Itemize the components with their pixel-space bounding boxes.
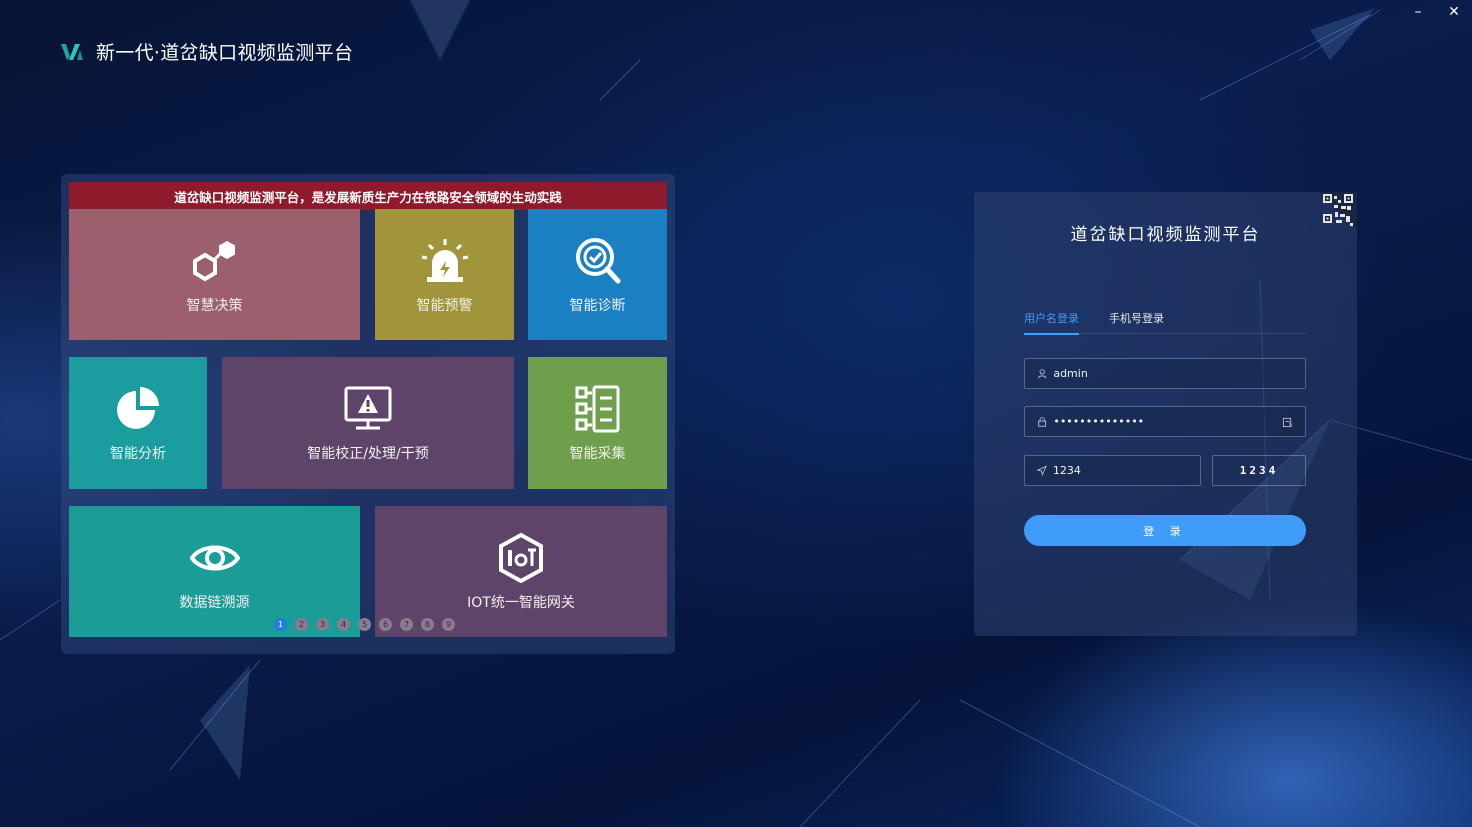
- magnifier-check-icon: [575, 237, 620, 283]
- password-field: [1024, 406, 1306, 437]
- tab-username-login[interactable]: 用户名登录: [1024, 310, 1079, 335]
- pager-dot[interactable]: 7: [400, 618, 413, 631]
- app-title: 新一代·道岔缺口视频监测平台: [96, 42, 354, 64]
- window-controls: – ✕: [1408, 2, 1464, 22]
- tile-smart-collection[interactable]: 智能采集: [528, 357, 667, 489]
- iot-gateway-icon: [499, 532, 543, 583]
- pager-dot[interactable]: 6: [379, 618, 392, 631]
- tile-label: IOT统一智能网关: [467, 594, 575, 611]
- pager-dot[interactable]: 1: [274, 618, 287, 631]
- slogan-banner: 道岔缺口视频监测平台，是发展新质生产力在铁路安全领域的生动实践: [69, 182, 667, 210]
- app-header: 新一代·道岔缺口视频监测平台: [60, 38, 353, 65]
- login-button[interactable]: 登 录: [1024, 515, 1306, 546]
- username-input[interactable]: [1053, 367, 1305, 380]
- captcha-field: [1024, 455, 1201, 486]
- pager-dot[interactable]: 4: [337, 618, 350, 631]
- captcha-input[interactable]: [1052, 464, 1200, 477]
- login-title: 道岔缺口视频监测平台: [1070, 225, 1261, 245]
- monitor-warning-icon: [344, 386, 392, 430]
- app-logo-icon: [61, 43, 83, 60]
- tile-smart-decision[interactable]: 智慧决策: [69, 209, 360, 340]
- tile-label: 智能校正/处理/干预: [307, 446, 429, 462]
- alarm-siren-icon: [421, 238, 468, 282]
- tile-smart-alert[interactable]: 智能预警: [375, 209, 514, 340]
- tile-label: 智能预警: [416, 297, 473, 314]
- login-tabs: 用户名登录 手机号登录: [1024, 310, 1306, 335]
- tile-smart-correction[interactable]: 智能校正/处理/干预: [222, 357, 514, 489]
- tile-smart-analysis[interactable]: 智能分析: [69, 357, 207, 489]
- data-collect-icon: [575, 385, 619, 433]
- tile-smart-diagnosis[interactable]: 智能诊断: [528, 209, 667, 340]
- close-button[interactable]: ✕: [1444, 2, 1464, 22]
- user-icon: [1037, 369, 1047, 379]
- password-visibility-icon[interactable]: [1282, 417, 1293, 428]
- password-input[interactable]: [1053, 415, 1305, 428]
- tile-label: 智能分析: [110, 446, 166, 462]
- carousel-pager: 1 2 3 4 5 6 7 8 9: [274, 618, 455, 631]
- location-arrow-icon: [1037, 465, 1047, 476]
- tile-label: 智能采集: [569, 446, 626, 462]
- username-field: [1024, 358, 1306, 389]
- pager-dot[interactable]: 3: [316, 618, 329, 631]
- login-panel: 道岔缺口视频监测平台 用户名登录 手机号登录 1234 登 录: [974, 192, 1357, 636]
- eye-icon: [189, 545, 240, 570]
- minimize-button[interactable]: –: [1408, 2, 1428, 22]
- pager-dot[interactable]: 5: [358, 618, 371, 631]
- pager-dot[interactable]: 8: [421, 618, 434, 631]
- pager-dot[interactable]: 9: [442, 618, 455, 631]
- pie-chart-icon: [117, 387, 159, 429]
- tile-label: 智能诊断: [569, 297, 626, 314]
- pager-dot[interactable]: 2: [295, 618, 308, 631]
- lock-icon: [1038, 417, 1047, 427]
- tab-phone-login[interactable]: 手机号登录: [1109, 310, 1164, 334]
- hexagon-nodes-icon: [192, 240, 235, 281]
- captcha-image[interactable]: 1234: [1212, 455, 1306, 486]
- tile-label: 数据链溯源: [179, 594, 250, 611]
- feature-panel: 道岔缺口视频监测平台，是发展新质生产力在铁路安全领域的生动实践 智慧决策 智能预…: [61, 174, 675, 654]
- tile-label: 智慧决策: [186, 297, 243, 314]
